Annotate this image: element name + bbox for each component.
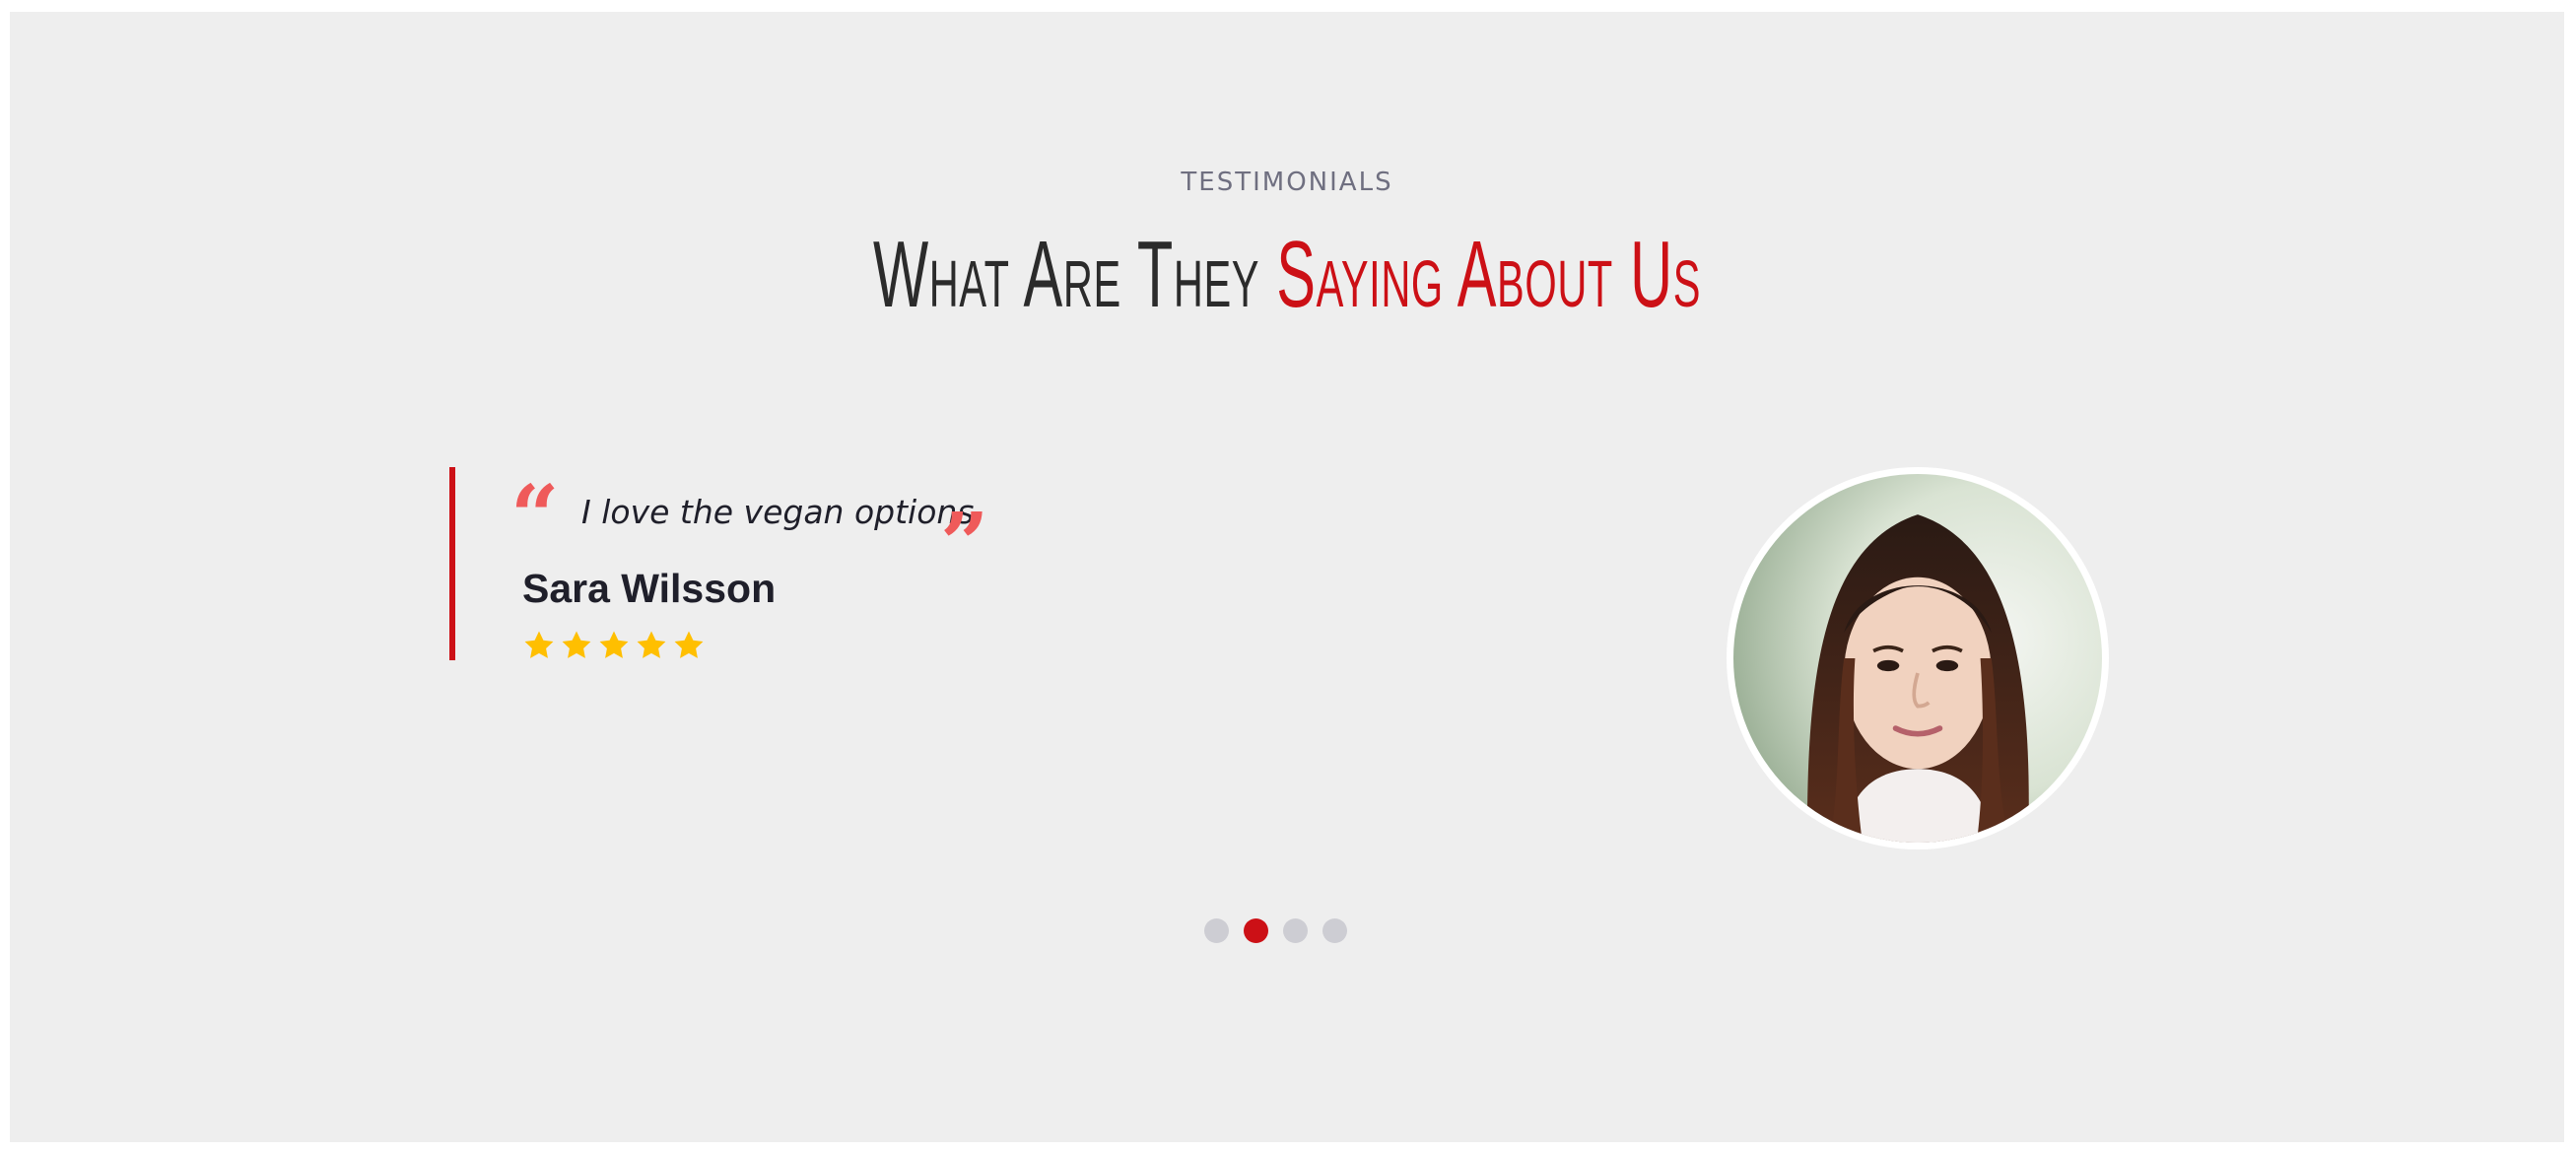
section-eyebrow: TESTIMONIALS xyxy=(1181,168,1393,197)
star-icon xyxy=(562,631,591,658)
quote-close-icon: ” xyxy=(940,495,989,594)
avatar xyxy=(1727,467,2109,849)
carousel-dot-4[interactable] xyxy=(1322,918,1347,943)
carousel-dot-3[interactable] xyxy=(1283,918,1308,943)
star-icon xyxy=(524,631,554,658)
testimonial-card: “ I love the vegan options. ” Sara Wilss… xyxy=(449,467,1730,664)
title-part-accent: Saying About Us xyxy=(1276,222,1702,327)
star-icon xyxy=(599,631,629,658)
person-portrait-icon xyxy=(1733,474,2102,843)
testimonial-quote: I love the vegan options. xyxy=(581,493,984,531)
quote-open-icon: “ xyxy=(510,467,560,567)
carousel-dot-1[interactable] xyxy=(1204,918,1229,943)
section-title: What Are They Saying About Us xyxy=(495,221,2078,329)
carousel-pagination xyxy=(1204,918,1347,943)
title-part-dark: What Are They xyxy=(872,222,1277,327)
carousel-dot-2[interactable] xyxy=(1244,918,1268,943)
rating-stars xyxy=(522,629,706,662)
star-icon xyxy=(674,631,704,658)
star-icon xyxy=(637,631,666,658)
testimonial-author: Sara Wilsson xyxy=(522,566,777,611)
accent-bar xyxy=(449,467,455,660)
